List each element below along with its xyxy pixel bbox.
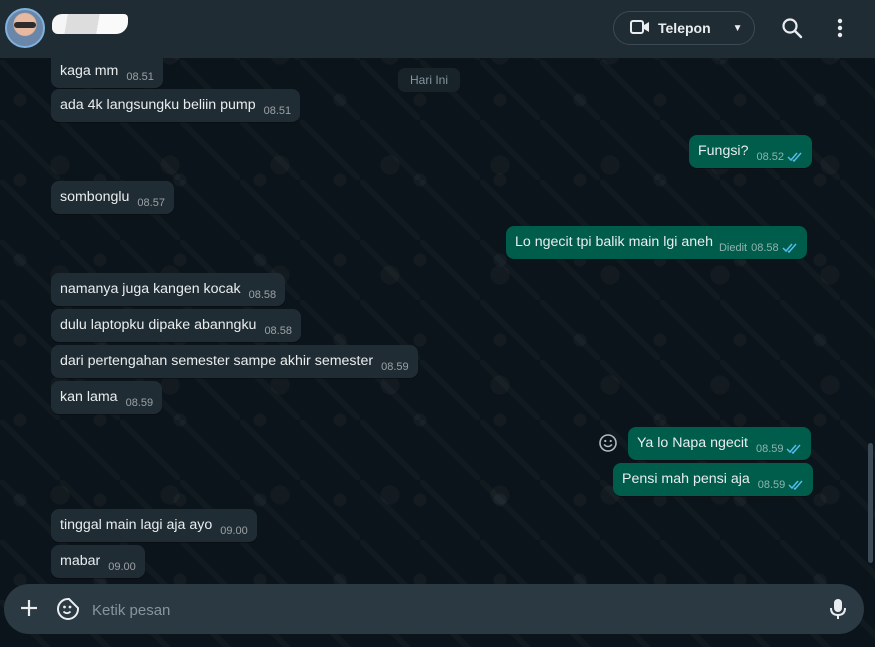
video-camera-icon [630,19,650,38]
message-input[interactable] [90,592,794,628]
search-icon[interactable] [778,14,806,42]
message-text: tinggal main lagi aja ayo [60,517,213,533]
chat-header: Telepon ▼ [0,0,875,58]
message-outgoing[interactable]: Fungsi? 08.52 [689,135,813,168]
message-incoming[interactable]: tinggal main lagi aja ayo 09.00 [51,509,257,542]
message-time: 08.52 [756,151,785,163]
double-check-icon [787,149,803,167]
message-composer [4,584,864,634]
message-incoming[interactable]: sombonglu 08.57 [51,181,174,214]
message-list[interactable]: Hari Ini kaga mm 08.51 ada 4k langsungku … [0,58,875,583]
message-incoming[interactable]: kan lama 08.59 [51,381,163,414]
message-text: kan lama [60,389,118,405]
message-incoming[interactable]: kaga mm 08.51 [51,58,163,88]
menu-kebab-icon[interactable] [826,14,854,42]
message-text: dari pertengahan semester sampe akhir se… [60,353,374,369]
message-text: Fungsi? [698,143,749,159]
message-outgoing[interactable]: Lo ngecit tpi balik main lgi aneh Diedit 0… [506,226,807,259]
redacted-name-scribble [52,14,128,34]
call-button-label: Telepon [658,20,711,36]
contact-avatar[interactable] [5,8,45,48]
message-text: sombonglu [60,189,130,205]
message-time: 08.59 [125,397,154,409]
message-time: 08.58 [248,289,277,301]
message-time: 08.59 [381,361,409,373]
message-incoming[interactable]: mabar 09.00 [51,545,145,578]
message-time: 08.59 [755,443,784,455]
message-text: kaga mm [60,63,119,79]
double-check-icon [786,441,802,459]
message-outgoing[interactable]: Pensi mah pensi aja 08.59 [613,463,814,496]
message-text: dulu laptopku dipake abanngku [60,317,257,333]
message-text: Pensi mah pensi aja [622,471,750,487]
message-text: Ya lo Napa ngecit [637,435,748,451]
microphone-icon[interactable] [828,597,848,626]
edited-label: Diedit [718,242,748,254]
message-outgoing[interactable]: Ya lo Napa ngecit 08.59 [628,427,812,460]
message-incoming[interactable]: dari pertengahan semester sampe akhir se… [51,345,418,378]
message-time: 08.57 [137,197,165,209]
day-separator: Hari Ini [398,68,461,92]
message-time: 09.00 [108,561,136,573]
emoji-react-icon[interactable] [598,433,618,458]
attach-plus-icon[interactable] [18,597,40,624]
message-incoming[interactable]: namanya juga kangen kocak 08.58 [51,273,286,306]
double-check-icon [788,477,804,495]
message-text: namanya juga kangen kocak [60,281,241,297]
message-text: Lo ngecit tpi balik main lgi aneh [515,234,713,250]
message-time: 08.58 [751,242,779,254]
contact-name[interactable] [52,14,128,34]
message-time: 08.51 [263,105,292,117]
sticker-emoji-icon[interactable] [56,597,80,626]
double-check-icon [782,240,798,258]
message-incoming[interactable]: ada 4k langsungku beliin pump 08.51 [51,89,301,122]
call-button[interactable]: Telepon ▼ [613,11,755,45]
message-text: mabar [60,553,101,569]
chat-scrollbar[interactable] [868,443,873,563]
message-incoming[interactable]: dulu laptopku dipake abanngku 08.58 [51,309,301,342]
message-time: 08.59 [757,479,786,491]
message-time: 09.00 [220,525,248,537]
chevron-down-icon: ▼ [732,22,743,34]
message-text: ada 4k langsungku beliin pump [60,97,256,113]
message-time: 08.51 [126,71,154,83]
message-time: 08.58 [264,325,292,337]
